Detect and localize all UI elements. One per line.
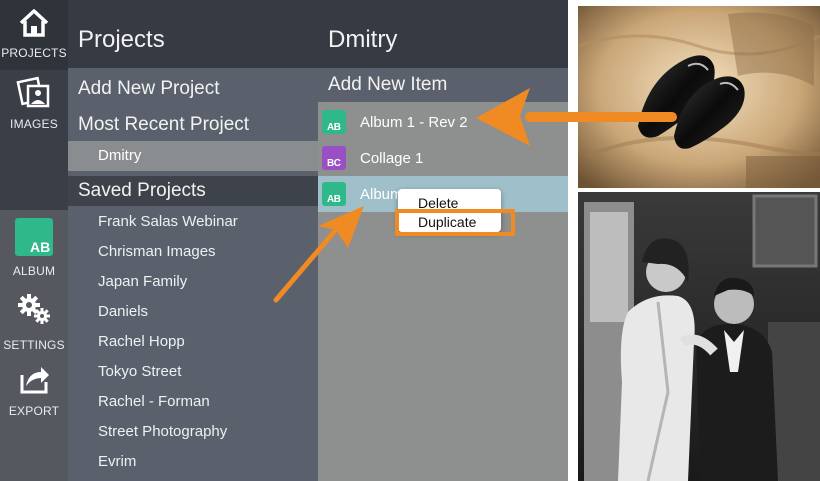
nav-album-label: ALBUM — [12, 264, 56, 278]
nav-export[interactable]: EXPORT — [0, 362, 68, 428]
nav-images[interactable]: IMAGES — [0, 76, 68, 144]
saved-project-item[interactable]: Japan Family — [98, 273, 187, 290]
projects-panel: Projects Add New Project Most Recent Pro… — [68, 0, 318, 481]
nav-settings-label: SETTINGS — [3, 338, 65, 352]
home-icon — [19, 9, 49, 37]
most-recent-project-label: Dmitry — [98, 147, 142, 164]
collage-icon-text: BC — [327, 158, 341, 169]
add-new-project-button[interactable]: Add New Project — [78, 78, 220, 100]
album-icon: AB — [322, 182, 346, 206]
album-icon: AB — [15, 218, 53, 256]
album-icon: AB — [322, 110, 346, 134]
export-icon — [20, 367, 49, 394]
images-icon — [16, 76, 50, 108]
item-label: Collage 1 — [360, 150, 424, 167]
items-panel: Dmitry Add New Item AB Album 1 - Rev 2 B… — [318, 0, 568, 481]
rail-tools-section: AB ALBUM SETTINGS EXPORT — [0, 210, 68, 481]
most-recent-project-item[interactable]: Dmitry — [68, 141, 318, 171]
nav-export-label: EXPORT — [8, 404, 60, 418]
project-title: Dmitry — [328, 26, 398, 53]
nav-images-label: IMAGES — [10, 117, 58, 131]
projects-header: Projects — [68, 0, 318, 68]
collage-icon: BC — [322, 146, 346, 170]
projects-title: Projects — [78, 26, 165, 53]
saved-projects-heading: Saved Projects — [78, 180, 206, 201]
album-icon-text: AB — [30, 239, 51, 255]
duplicate-highlight-box — [395, 209, 515, 236]
album-icon-text: AB — [327, 194, 341, 205]
nav-settings[interactable]: SETTINGS — [0, 292, 68, 358]
saved-project-item[interactable]: Evrim — [98, 453, 136, 470]
add-new-item-button[interactable]: Add New Item — [328, 74, 447, 96]
saved-project-item[interactable]: Street Photography — [98, 423, 227, 440]
nav-projects-label: PROJECTS — [1, 46, 67, 60]
saved-projects-heading-band: Saved Projects — [68, 176, 318, 206]
saved-project-item[interactable]: Frank Salas Webinar — [98, 213, 238, 230]
gears-icon — [18, 294, 50, 324]
nav-album[interactable]: AB ALBUM — [0, 218, 68, 288]
shoes-photo — [578, 6, 820, 188]
item-collage-1[interactable]: BC Collage 1 — [318, 140, 568, 176]
items-header: Dmitry — [318, 0, 568, 68]
saved-project-item[interactable]: Rachel - Forman — [98, 393, 210, 410]
album-icon-text: AB — [327, 122, 341, 133]
saved-project-item[interactable]: Rachel Hopp — [98, 333, 185, 350]
item-album-1-rev-2[interactable]: AB Album 1 - Rev 2 — [318, 104, 568, 140]
saved-project-item[interactable]: Chrisman Images — [98, 243, 216, 260]
item-label: Album 1 - Rev 2 — [360, 114, 468, 131]
saved-project-item[interactable]: Tokyo Street — [98, 363, 181, 380]
saved-project-item[interactable]: Daniels — [98, 303, 148, 320]
nav-projects[interactable]: PROJECTS — [0, 0, 68, 70]
couple-photo — [578, 192, 820, 481]
most-recent-heading: Most Recent Project — [78, 114, 250, 135]
